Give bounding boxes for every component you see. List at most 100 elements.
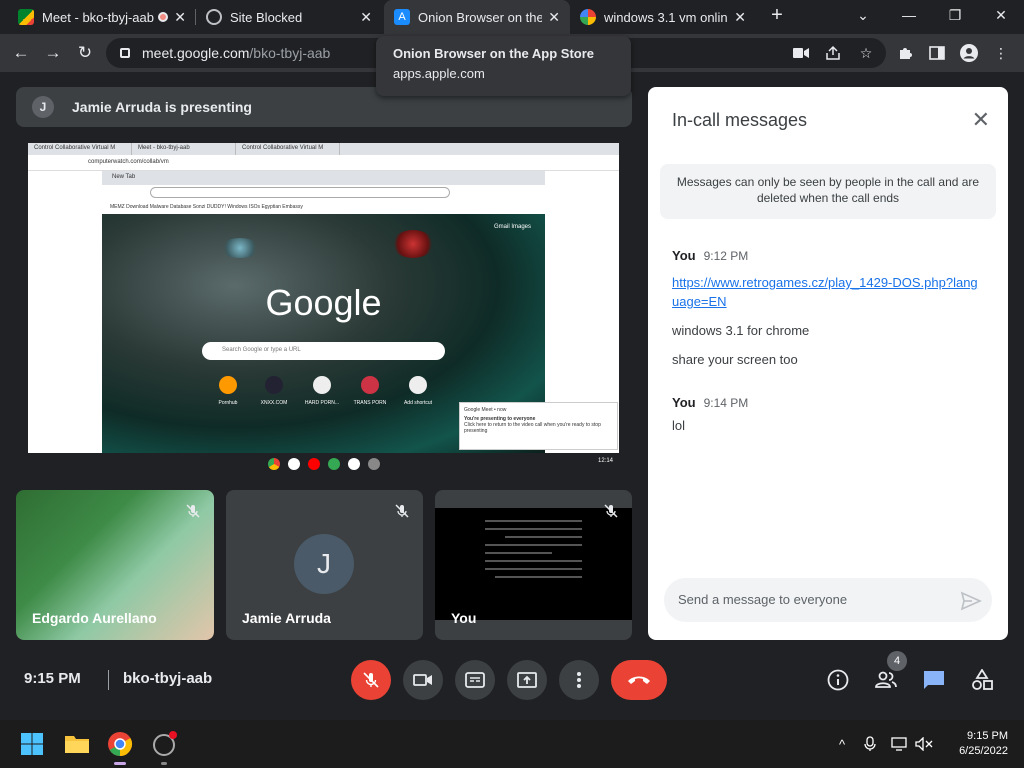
- close-icon[interactable]: ✕: [972, 107, 990, 133]
- bookmark-star-icon[interactable]: ☆: [855, 42, 877, 64]
- camera-icon[interactable]: [790, 42, 812, 64]
- shortcut: HARD PORN...: [302, 376, 342, 406]
- system-date: 6/25/2022: [959, 745, 1008, 757]
- tab-title: Meet - bko-tbyj-aab: [42, 9, 154, 25]
- youtube-icon: [307, 457, 320, 470]
- captions-button[interactable]: [455, 660, 495, 700]
- close-tab-icon[interactable]: ✕: [548, 9, 560, 26]
- wallpaper-eye-right: [392, 230, 434, 258]
- message-time: 9:12 PM: [703, 249, 749, 263]
- shared-tab: Control Collaborative Virtual M: [28, 143, 132, 155]
- tooltip-domain: apps.apple.com: [393, 66, 485, 81]
- chrome-taskbar-icon[interactable]: [104, 728, 136, 765]
- message-text: lol: [672, 418, 686, 433]
- url-path: /bko-tbyj-aab: [249, 45, 331, 61]
- file-explorer-icon[interactable]: [61, 728, 93, 760]
- tab-search-chevron-icon[interactable]: ⌄: [840, 0, 886, 30]
- activities-icon: [972, 669, 993, 690]
- globe-icon: [206, 9, 222, 25]
- shortcut: Add shortcut: [398, 376, 438, 406]
- presenting-label: Jamie Arruda is presenting: [72, 99, 252, 115]
- back-button[interactable]: ←: [8, 40, 34, 66]
- mic-off-icon: [363, 672, 379, 688]
- activities-button[interactable]: [968, 666, 996, 694]
- tab-onion-browser[interactable]: A Onion Browser on the App Store ✕: [384, 0, 570, 34]
- running-indicator: [114, 762, 126, 765]
- mic-toggle-button[interactable]: [351, 660, 391, 700]
- participant-count-badge: 4: [887, 651, 907, 671]
- leave-call-button[interactable]: [611, 660, 667, 700]
- side-panel-icon[interactable]: [926, 42, 948, 64]
- tab-site-blocked[interactable]: Site Blocked ✕: [196, 0, 382, 34]
- tab-meet[interactable]: Meet - bko-tbyj-aab ✕: [8, 0, 196, 34]
- network-icon[interactable]: [890, 734, 910, 754]
- more-vert-icon[interactable]: ⋮: [990, 42, 1012, 64]
- participant-name: Edgardo Aurellano: [32, 610, 157, 626]
- chat-button[interactable]: [920, 666, 948, 694]
- panel-title: In-call messages: [672, 110, 808, 130]
- app-store-icon: A: [394, 9, 410, 25]
- present-screen-button[interactable]: [507, 660, 547, 700]
- people-icon: [875, 671, 897, 688]
- tooltip-title: Onion Browser on the App Store: [393, 46, 595, 61]
- close-tab-icon[interactable]: ✕: [174, 9, 186, 26]
- share-icon[interactable]: [822, 42, 844, 64]
- close-window-button[interactable]: ✕: [978, 0, 1024, 30]
- chrome-icon: [267, 457, 280, 470]
- settings-icon: [367, 457, 380, 470]
- meet-notification: Google Meet • now You're presenting to e…: [459, 402, 618, 450]
- more-vert-icon: [577, 672, 581, 688]
- participant-tile[interactable]: Edgardo Aurellano: [16, 490, 214, 640]
- shelf-clock: 12:14: [597, 458, 613, 464]
- meeting-clock: 9:15 PM: [24, 670, 81, 687]
- recording-dot-icon: [158, 12, 169, 22]
- participant-name: Jamie Arruda: [242, 610, 331, 626]
- meeting-code: bko-tbyj-aab: [108, 670, 212, 690]
- avatar: J: [32, 96, 54, 118]
- send-icon[interactable]: [960, 590, 982, 612]
- chat-message-input[interactable]: Send a message to everyone: [664, 578, 992, 622]
- microphone-tray-icon[interactable]: [860, 734, 880, 754]
- tab-hover-tooltip: Onion Browser on the App Store apps.appl…: [376, 36, 631, 96]
- google-logo: Google: [265, 282, 382, 323]
- message-sender: You: [672, 248, 696, 263]
- profile-icon[interactable]: [958, 42, 980, 64]
- close-tab-icon[interactable]: ✕: [360, 9, 372, 26]
- shared-url: computerwatch.com/collab/vm: [28, 155, 619, 171]
- message-text: share your screen too: [672, 352, 798, 367]
- camera-toggle-button[interactable]: [403, 660, 443, 700]
- inner-bookmarks-bar: MEMZ Download Malware Database Sonzi DUD…: [102, 201, 545, 214]
- shared-screen: Control Collaborative Virtual M Meet - b…: [28, 143, 619, 474]
- reload-button[interactable]: ↻: [72, 40, 98, 66]
- plus-icon: +: [771, 3, 783, 26]
- videocam-icon: [413, 674, 432, 686]
- close-tab-icon[interactable]: ✕: [734, 9, 746, 26]
- forward-button[interactable]: →: [40, 40, 66, 66]
- system-time: 9:15 PM: [967, 730, 1008, 742]
- restore-button[interactable]: ❐: [932, 0, 978, 30]
- shortcut: Pornhub: [208, 376, 248, 406]
- info-icon: [827, 669, 849, 691]
- app-taskbar-icon[interactable]: [148, 728, 180, 765]
- system-clock[interactable]: 9:15 PM 6/25/2022: [959, 729, 1008, 759]
- in-call-messages-panel: In-call messages ✕ Messages can only be …: [648, 87, 1008, 640]
- app-icon: [347, 457, 360, 470]
- more-options-button[interactable]: [559, 660, 599, 700]
- windows-start-icon[interactable]: [16, 728, 48, 760]
- inner-address-bar: [102, 185, 545, 201]
- meeting-details-button[interactable]: [824, 666, 852, 694]
- participant-tile[interactable]: You: [435, 490, 632, 640]
- show-hidden-icons[interactable]: ^: [832, 734, 852, 754]
- volume-muted-icon[interactable]: [914, 734, 934, 754]
- minimize-button[interactable]: —: [886, 0, 932, 30]
- gmail-icon: [287, 457, 300, 470]
- self-screen-preview: [435, 508, 632, 620]
- call-end-icon: [628, 676, 650, 684]
- google-links: Gmail Images: [493, 224, 531, 230]
- tab-windows-vm[interactable]: windows 3.1 vm online ✕: [570, 0, 756, 34]
- participant-tile[interactable]: J Jamie Arruda: [226, 490, 423, 640]
- new-tab-button[interactable]: +: [754, 0, 800, 30]
- mic-off-icon: [600, 500, 622, 522]
- message-link[interactable]: https://www.retrogames.cz/play_1429-DOS.…: [672, 275, 978, 309]
- extensions-icon[interactable]: [894, 42, 916, 64]
